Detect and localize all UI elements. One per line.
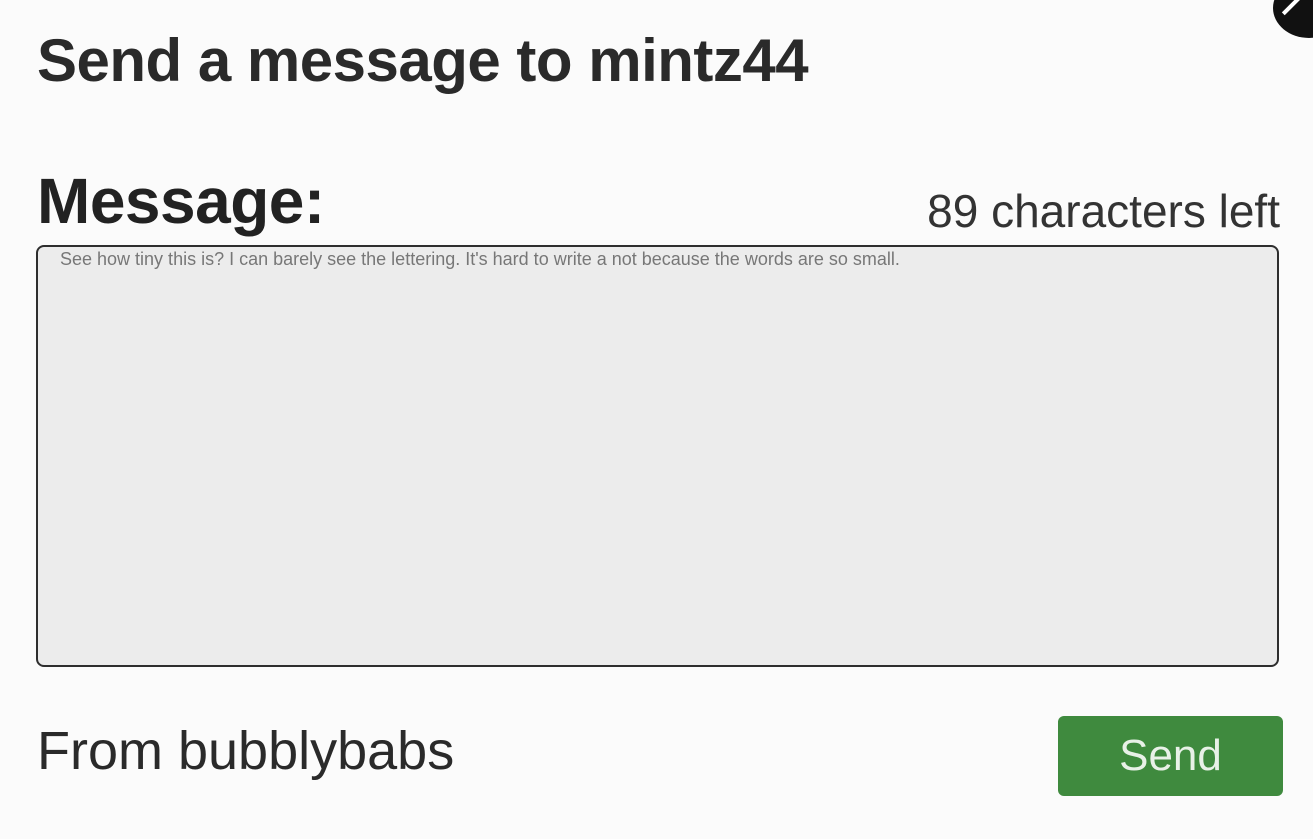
send-message-dialog: Send a message to mintz44 Message: 89 ch… (0, 0, 1313, 839)
close-icon[interactable] (1273, 0, 1313, 38)
message-textarea[interactable]: See how tiny this is? I can barely see t… (36, 245, 1279, 667)
message-text: See how tiny this is? I can barely see t… (60, 249, 900, 269)
from-label: From bubblybabs (37, 721, 455, 781)
dialog-title: Send a message to mintz44 (37, 27, 809, 94)
send-button[interactable]: Send (1058, 716, 1283, 796)
message-label: Message: (37, 165, 325, 237)
characters-left-counter: 89 characters left (927, 185, 1280, 237)
